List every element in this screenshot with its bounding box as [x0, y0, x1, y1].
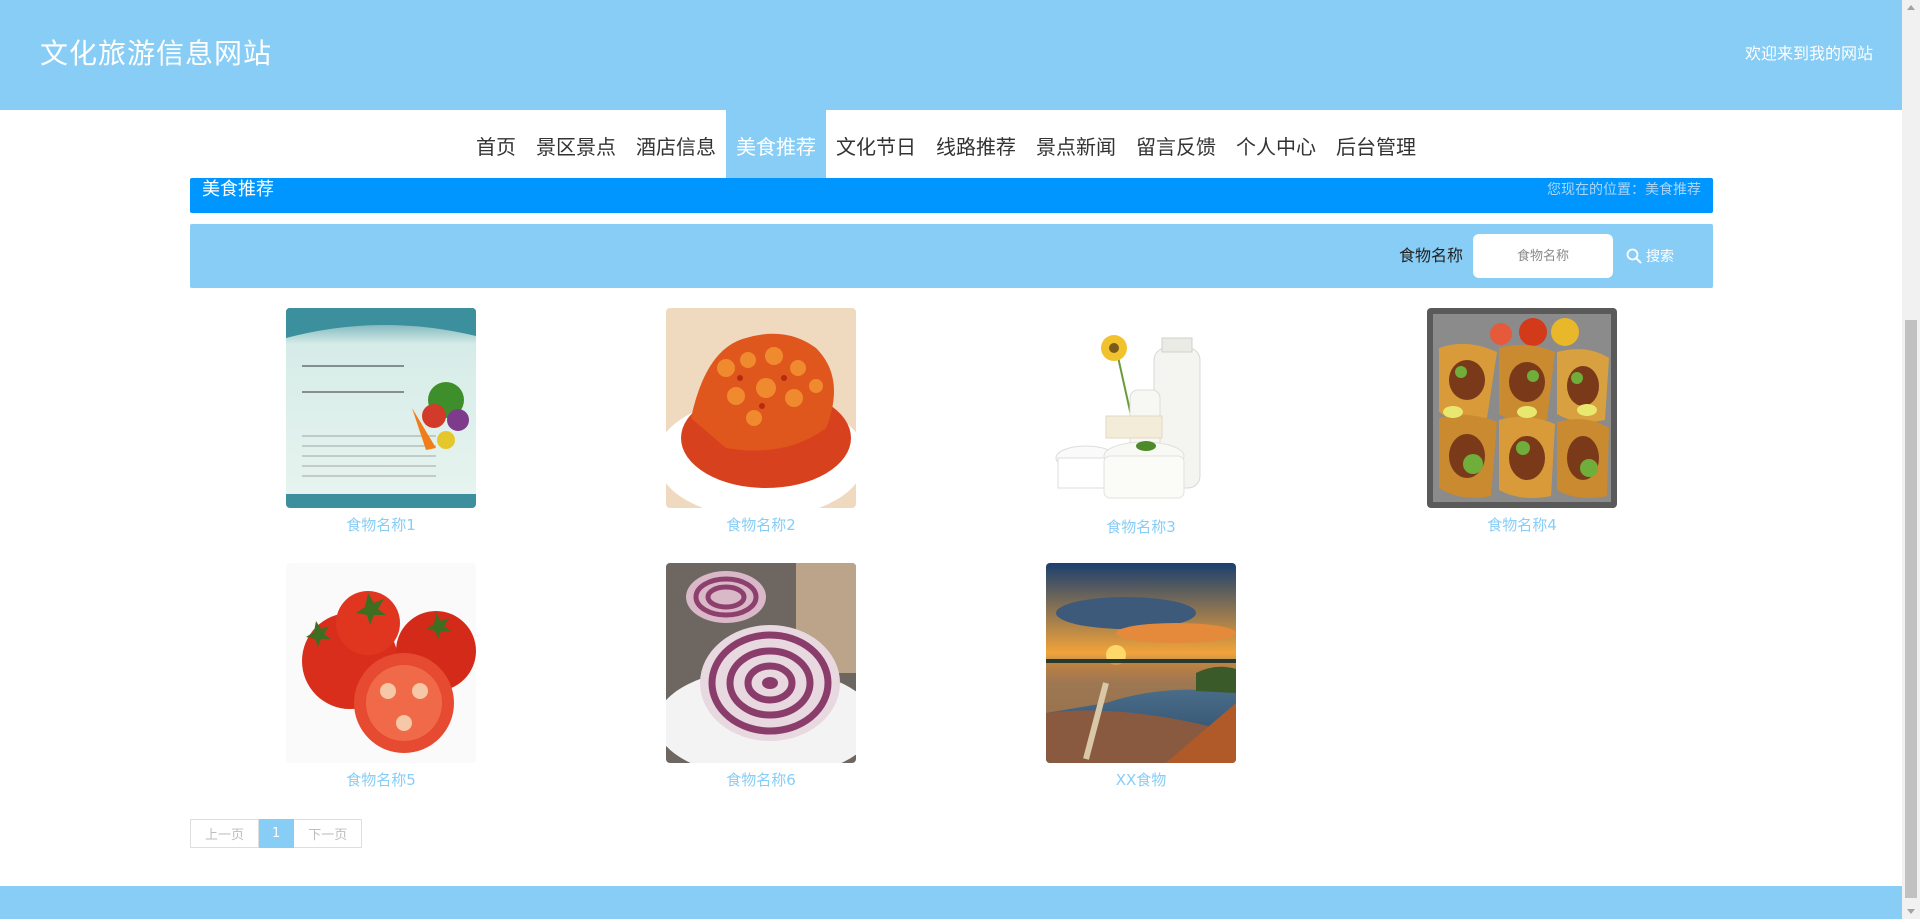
nav-item-home[interactable]: 首页 [466, 110, 526, 180]
nav-item-feedback[interactable]: 留言反馈 [1126, 110, 1226, 180]
food-card[interactable]: 食物名称6 [666, 563, 856, 789]
food-name[interactable]: 食物名称6 [666, 771, 856, 789]
search-button[interactable]: 搜索 [1626, 244, 1674, 268]
nav-item-news[interactable]: 景点新闻 [1026, 110, 1126, 180]
food-name[interactable]: 食物名称3 [1046, 518, 1236, 536]
search-button-label: 搜索 [1646, 249, 1674, 265]
food-image[interactable] [666, 308, 856, 508]
scroll-thumb[interactable] [1905, 320, 1917, 898]
prev-page-button[interactable]: 上一页 [190, 819, 260, 848]
food-image[interactable] [1427, 308, 1617, 508]
food-card[interactable]: 食物名称5 [286, 563, 476, 789]
nav-item-personal-center[interactable]: 个人中心 [1226, 110, 1326, 180]
breadcrumb-title: 美食推荐 [202, 179, 274, 200]
main-nav: 首页 景区景点 酒店信息 美食推荐 文化节日 线路推荐 景点新闻 留言反馈 个人… [0, 110, 1902, 180]
food-image[interactable] [286, 308, 476, 508]
breadcrumb: 美食推荐 您现在的位置：美食推荐 [190, 178, 1713, 213]
header-bar: 文化旅游信息网站 欢迎来到我的网站 [0, 0, 1902, 110]
breadcrumb-position: 您现在的位置：美食推荐 [1547, 182, 1701, 198]
food-card[interactable]: 食物名称3 [1046, 308, 1236, 536]
vertical-scrollbar[interactable] [1902, 0, 1920, 919]
pagination: 上一页 1 下一页 [190, 819, 363, 848]
food-name[interactable]: 食物名称1 [286, 516, 476, 534]
search-input[interactable] [1473, 234, 1613, 278]
food-name[interactable]: XX食物 [1046, 771, 1236, 789]
nav-item-routes[interactable]: 线路推荐 [926, 110, 1026, 180]
page-number-button[interactable]: 1 [259, 819, 295, 848]
next-page-button[interactable]: 下一页 [294, 819, 363, 848]
nav-item-admin[interactable]: 后台管理 [1326, 110, 1426, 180]
food-image[interactable] [666, 563, 856, 763]
food-image[interactable] [1046, 563, 1236, 763]
footer [0, 886, 1902, 919]
food-image[interactable] [286, 563, 476, 763]
search-label: 食物名称 [1399, 246, 1464, 265]
food-card[interactable]: 食物名称1 [286, 308, 476, 534]
food-name[interactable]: 食物名称4 [1427, 516, 1617, 534]
food-card[interactable]: XX食物 [1046, 563, 1236, 789]
food-image[interactable] [1046, 308, 1236, 508]
nav-item-festivals[interactable]: 文化节日 [826, 110, 926, 180]
nav-item-hotels[interactable]: 酒店信息 [626, 110, 726, 180]
food-name[interactable]: 食物名称5 [286, 771, 476, 789]
nav-list: 首页 景区景点 酒店信息 美食推荐 文化节日 线路推荐 景点新闻 留言反馈 个人… [466, 110, 1426, 180]
food-card[interactable]: 食物名称4 [1427, 308, 1617, 534]
food-name[interactable]: 食物名称2 [666, 516, 856, 534]
welcome-text: 欢迎来到我的网站 [1744, 44, 1873, 63]
scroll-down-icon[interactable] [1907, 909, 1915, 914]
food-card[interactable]: 食物名称2 [666, 308, 856, 534]
page: 文化旅游信息网站 欢迎来到我的网站 首页 景区景点 酒店信息 美食推荐 文化节日… [0, 0, 1920, 919]
search-bar: 食物名称 搜索 [190, 224, 1713, 288]
site-title[interactable]: 文化旅游信息网站 [40, 34, 272, 74]
search-icon [1626, 248, 1642, 264]
scroll-up-icon[interactable] [1907, 5, 1915, 10]
nav-item-food[interactable]: 美食推荐 [726, 110, 826, 180]
nav-item-scenic-spots[interactable]: 景区景点 [526, 110, 626, 180]
